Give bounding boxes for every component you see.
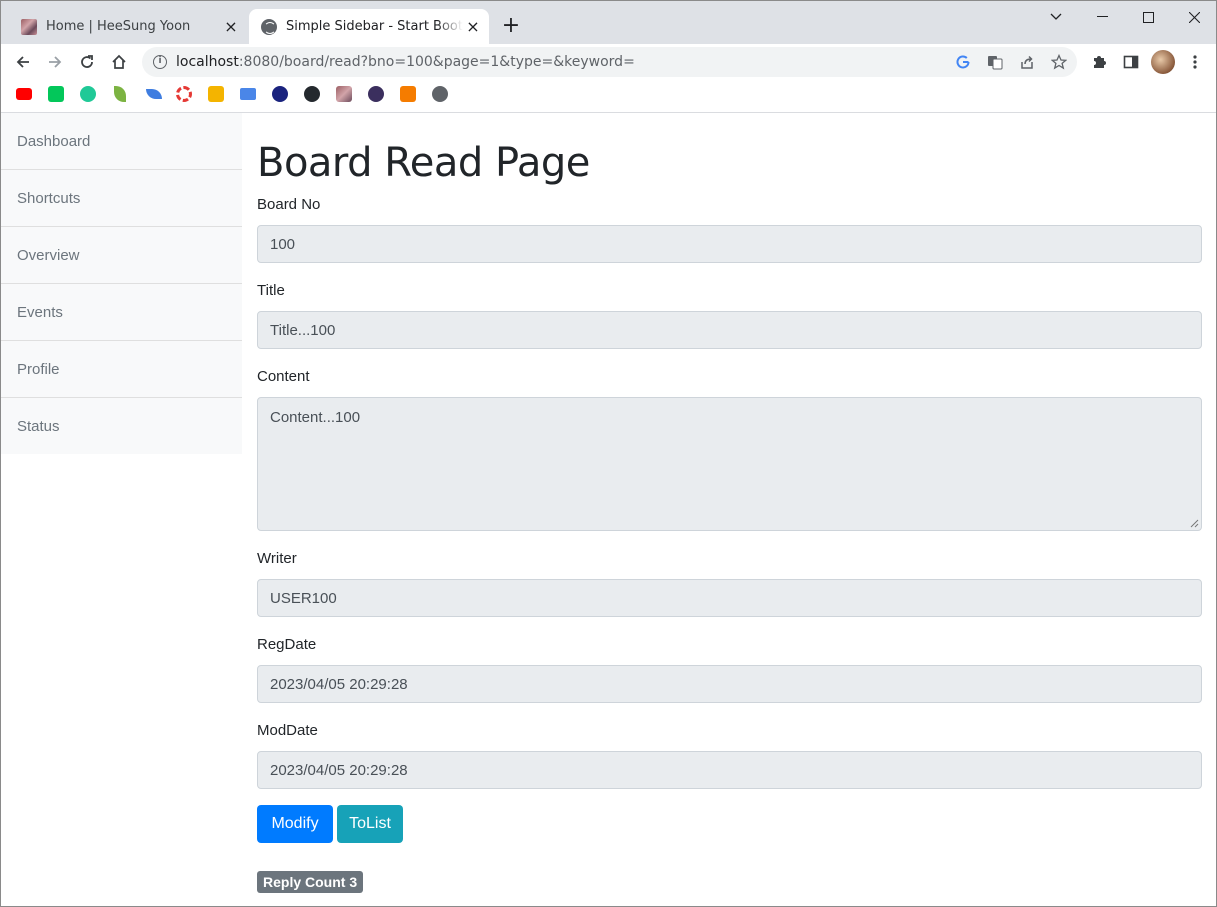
page-title: Board Read Page <box>257 140 590 186</box>
maximize-button[interactable] <box>1125 1 1171 33</box>
sidebar-item-profile[interactable]: Profile <box>1 341 242 398</box>
leaf-icon[interactable] <box>114 86 126 102</box>
close-icon[interactable]: × <box>463 17 483 37</box>
close-icon <box>1188 11 1200 23</box>
title-field[interactable]: Title...100 <box>257 311 1202 349</box>
more-vert-icon <box>1193 55 1197 69</box>
tab-search-button[interactable] <box>1033 1 1079 33</box>
tab-title: Home | HeeSung Yoon <box>46 19 191 34</box>
browser-toolbar: i localhost:8080/board/read?bno=100&page… <box>1 44 1216 80</box>
google-g-icon <box>956 55 970 69</box>
star-icon <box>1051 54 1067 70</box>
green-circle-icon[interactable] <box>80 86 96 102</box>
naver-icon[interactable] <box>48 86 64 102</box>
close-icon[interactable]: × <box>221 17 241 37</box>
home-icon <box>112 54 126 69</box>
writer-label: Writer <box>257 550 297 567</box>
chevron-down-icon <box>1050 13 1062 20</box>
menu-button[interactable] <box>1186 53 1204 71</box>
puzzle-icon <box>1094 56 1106 68</box>
reload-icon <box>81 55 93 68</box>
new-tab-button[interactable]: + <box>499 15 523 39</box>
modify-button[interactable]: Modify <box>257 805 333 843</box>
bno-field[interactable]: 100 <box>257 225 1202 263</box>
page-viewport: Dashboard Shortcuts Overview Events Prof… <box>1 113 1216 906</box>
home-button[interactable] <box>105 48 133 76</box>
bookmark-star-icon[interactable] <box>1050 53 1068 71</box>
url-host: localhost <box>176 54 239 70</box>
bookmarks-bar <box>1 80 1216 108</box>
feather-icon[interactable] <box>146 89 162 99</box>
content-label: Content <box>257 368 310 385</box>
sidebar-item-shortcuts[interactable]: Shortcuts <box>1 170 242 227</box>
minimize-icon <box>1096 16 1108 17</box>
translate-icon[interactable] <box>986 53 1004 71</box>
url-path: :8080/board/read?bno=100&page=1&type=&ke… <box>238 54 635 70</box>
orange-cube-icon[interactable] <box>400 86 416 102</box>
github-icon[interactable] <box>304 86 320 102</box>
google-icon[interactable] <box>954 53 972 71</box>
title-label: Title <box>257 282 285 299</box>
content-text: Content...100 <box>270 409 361 426</box>
forward-button[interactable] <box>41 48 69 76</box>
owl-icon[interactable] <box>272 86 288 102</box>
tab-title: Simple Sidebar - Start Bootstrap <box>286 19 463 34</box>
resize-handle-icon[interactable] <box>1190 519 1199 528</box>
blue-square-icon[interactable] <box>240 88 256 100</box>
arrow-left-icon <box>16 56 29 68</box>
moddate-label: ModDate <box>257 722 318 739</box>
globe-icon <box>261 18 277 35</box>
tab-home[interactable]: Home | HeeSung Yoon × <box>9 9 247 44</box>
browser-window: Home | HeeSung Yoon × Simple Sidebar - S… <box>0 0 1217 907</box>
ring-icon[interactable] <box>176 86 192 102</box>
translate-glyph-icon <box>988 56 1003 70</box>
maximize-icon <box>1142 11 1154 23</box>
share-icon[interactable] <box>1018 53 1036 71</box>
info-icon[interactable]: i <box>153 55 167 69</box>
regdate-field[interactable]: 2023/04/05 20:29:28 <box>257 665 1202 703</box>
photo-icon[interactable] <box>336 86 352 102</box>
tab-simple-sidebar[interactable]: Simple Sidebar - Start Bootstrap × <box>249 9 489 44</box>
sidebar-item-events[interactable]: Events <box>1 284 242 341</box>
share-glyph-icon <box>1021 55 1033 69</box>
address-bar[interactable]: i localhost:8080/board/read?bno=100&page… <box>142 47 1077 77</box>
globe-icon[interactable] <box>432 86 448 102</box>
regdate-label: RegDate <box>257 636 317 653</box>
sidebar-item-dashboard[interactable]: Dashboard <box>1 113 242 170</box>
bno-label: Board No <box>257 196 321 213</box>
close-window-button[interactable] <box>1171 1 1216 33</box>
youtube-icon[interactable] <box>16 88 32 100</box>
moddate-field[interactable]: 2023/04/05 20:29:28 <box>257 751 1202 789</box>
reload-button[interactable] <box>73 48 101 76</box>
side-panel-button[interactable] <box>1122 53 1140 71</box>
photo-icon <box>21 18 37 35</box>
tolist-button[interactable]: ToList <box>337 805 403 843</box>
sidebar-item-status[interactable]: Status <box>1 398 242 454</box>
reply-count-badge[interactable]: Reply Count 3 <box>257 871 364 893</box>
extensions-button[interactable] <box>1090 53 1108 71</box>
side-panel-icon <box>1123 55 1139 69</box>
tab-strip: Home | HeeSung Yoon × Simple Sidebar - S… <box>1 1 1216 44</box>
arrow-right-icon <box>49 56 62 68</box>
sidebar-item-overview[interactable]: Overview <box>1 227 242 284</box>
minimize-button[interactable] <box>1079 1 1125 33</box>
content-textarea[interactable]: Content...100 <box>257 397 1202 531</box>
avatar[interactable] <box>1151 50 1175 74</box>
classroom-icon[interactable] <box>208 86 224 102</box>
sidebar: Dashboard Shortcuts Overview Events Prof… <box>1 113 242 454</box>
back-button[interactable] <box>9 48 37 76</box>
writer-field[interactable]: USER100 <box>257 579 1202 617</box>
character-icon[interactable] <box>368 86 384 102</box>
url-text: localhost:8080/board/read?bno=100&page=1… <box>176 54 635 70</box>
